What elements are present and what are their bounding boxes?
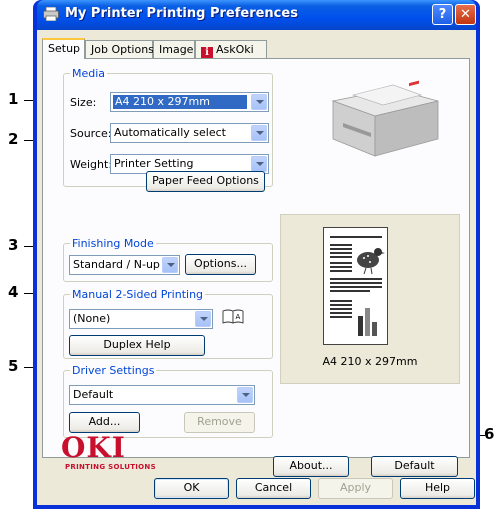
chevron-down-icon[interactable] xyxy=(251,94,267,110)
source-label: Source: xyxy=(70,127,112,140)
ok-button[interactable]: OK xyxy=(154,478,229,499)
callout-1: 1 xyxy=(8,90,19,108)
remove-driver-setting-button[interactable]: Remove xyxy=(184,412,255,433)
preview-caption: A4 210 x 297mm xyxy=(322,355,418,368)
tab-askoki[interactable]: i AskOki xyxy=(195,40,267,59)
duplex-value: (None) xyxy=(73,312,111,325)
size-select[interactable]: A4 210 x 297mm xyxy=(110,92,269,112)
size-value: A4 210 x 297mm xyxy=(113,95,247,109)
duplex-group: Manual 2-Sided Printing (None) A Duplex … xyxy=(63,288,273,359)
callout-3: 3 xyxy=(8,236,19,254)
driver-settings-value: Default xyxy=(73,388,114,401)
media-group-label: Media xyxy=(70,67,108,80)
close-button[interactable]: ✕ xyxy=(455,4,476,25)
finishing-group-label: Finishing Mode xyxy=(70,237,156,250)
setup-panel: Media Size: A4 210 x 297mm Source: Autom… xyxy=(42,58,470,477)
duplex-group-label: Manual 2-Sided Printing xyxy=(70,288,206,301)
paper-feed-options-button[interactable]: Paper Feed Options xyxy=(146,171,265,192)
dialog-client: Setup Job Options Image i AskOki Media Si… xyxy=(37,30,476,505)
duplex-help-button[interactable]: Duplex Help xyxy=(69,335,205,356)
chevron-down-icon[interactable] xyxy=(251,156,267,172)
add-driver-setting-button[interactable]: Add... xyxy=(69,412,140,433)
tab-image[interactable]: Image xyxy=(153,40,195,58)
size-label: Size: xyxy=(70,96,97,109)
page-preview: A4 210 x 297mm xyxy=(280,214,460,384)
help-button[interactable]: Help xyxy=(400,478,475,499)
chevron-down-icon[interactable] xyxy=(251,125,267,141)
chevron-down-icon[interactable] xyxy=(195,311,211,327)
tab-setup[interactable]: Setup xyxy=(42,38,85,59)
tab-job-options[interactable]: Job Options xyxy=(85,40,154,58)
callout-4: 4 xyxy=(8,283,19,301)
window-title: My Printer Printing Preferences xyxy=(65,6,298,21)
printer-illustration xyxy=(331,80,439,157)
default-button[interactable]: Default xyxy=(371,456,458,477)
finishing-options-button[interactable]: Options... xyxy=(185,254,256,275)
printer-icon xyxy=(43,7,59,21)
help-title-button[interactable]: ? xyxy=(432,4,453,25)
preview-page xyxy=(323,227,388,345)
chevron-down-icon[interactable] xyxy=(237,387,253,403)
driver-settings-group-label: Driver Settings xyxy=(70,364,157,377)
finishing-group: Finishing Mode Standard / N-up Options..… xyxy=(63,237,273,282)
chevron-down-icon[interactable] xyxy=(162,257,178,273)
duplex-select[interactable]: (None) xyxy=(69,309,213,329)
callout-6: 6 xyxy=(484,425,495,443)
preferences-window: My Printer Printing Preferences ? ✕ Setu… xyxy=(33,0,480,509)
oki-tagline: PRINTING SOLUTIONS xyxy=(65,463,156,471)
source-select[interactable]: Automatically select xyxy=(110,123,269,143)
finishing-value: Standard / N-up xyxy=(73,258,160,271)
weight-label: Weight: xyxy=(70,158,113,171)
tab-askoki-label: AskOki xyxy=(216,43,254,56)
weight-value: Printer Setting xyxy=(114,157,194,170)
callout-2: 2 xyxy=(8,130,19,148)
svg-text:A: A xyxy=(236,313,241,321)
callout-5: 5 xyxy=(8,357,19,375)
driver-settings-group: Driver Settings Default Add... Remove xyxy=(63,364,273,438)
title-bar[interactable]: My Printer Printing Preferences ? ✕ xyxy=(37,0,476,30)
media-group: Media Size: A4 210 x 297mm Source: Autom… xyxy=(63,67,273,187)
cancel-button[interactable]: Cancel xyxy=(236,478,311,499)
about-button[interactable]: About... xyxy=(273,456,349,477)
preview-page-content xyxy=(330,236,385,336)
bird-image-icon xyxy=(357,248,385,275)
duplex-book-icon: A xyxy=(222,309,244,324)
driver-settings-select[interactable]: Default xyxy=(69,385,255,405)
oki-logo: OKI xyxy=(61,431,126,464)
finishing-select[interactable]: Standard / N-up xyxy=(69,255,180,275)
apply-button[interactable]: Apply xyxy=(318,478,393,499)
source-value: Automatically select xyxy=(114,126,226,139)
